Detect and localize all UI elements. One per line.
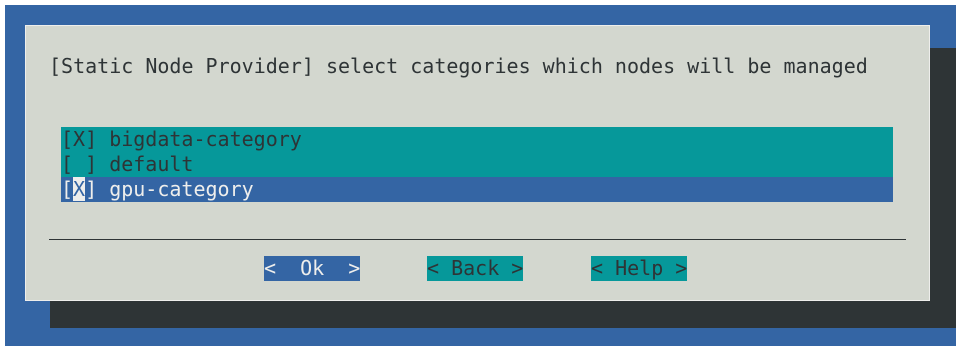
checklist-item-label: default <box>109 152 194 176</box>
checklist-item-label: gpu-category <box>109 177 254 201</box>
help-button[interactable]: < Help > <box>591 256 688 281</box>
category-checklist: [X] bigdata-category [ ] default [X] gpu… <box>61 127 893 202</box>
checkbox[interactable]: [ ] <box>61 152 97 177</box>
checklist-item-default[interactable]: [ ] default <box>61 152 893 177</box>
back-button[interactable]: < Back > <box>427 256 524 281</box>
cursor: X <box>73 177 86 201</box>
button-divider <box>49 239 906 240</box>
checklist-item-bigdata-category[interactable]: [X] bigdata-category <box>61 127 893 152</box>
checklist-item-label: bigdata-category <box>109 127 302 151</box>
checkbox[interactable]: [X] <box>61 177 97 202</box>
checklist-item-gpu-category[interactable]: [X] gpu-category <box>61 177 893 202</box>
checklist-dialog: [Static Node Provider] select categories… <box>25 25 930 301</box>
dialog-title: [Static Node Provider] select categories… <box>49 54 868 78</box>
ok-button[interactable]: < Ok > <box>264 256 361 281</box>
checkbox[interactable]: [X] <box>61 127 97 152</box>
